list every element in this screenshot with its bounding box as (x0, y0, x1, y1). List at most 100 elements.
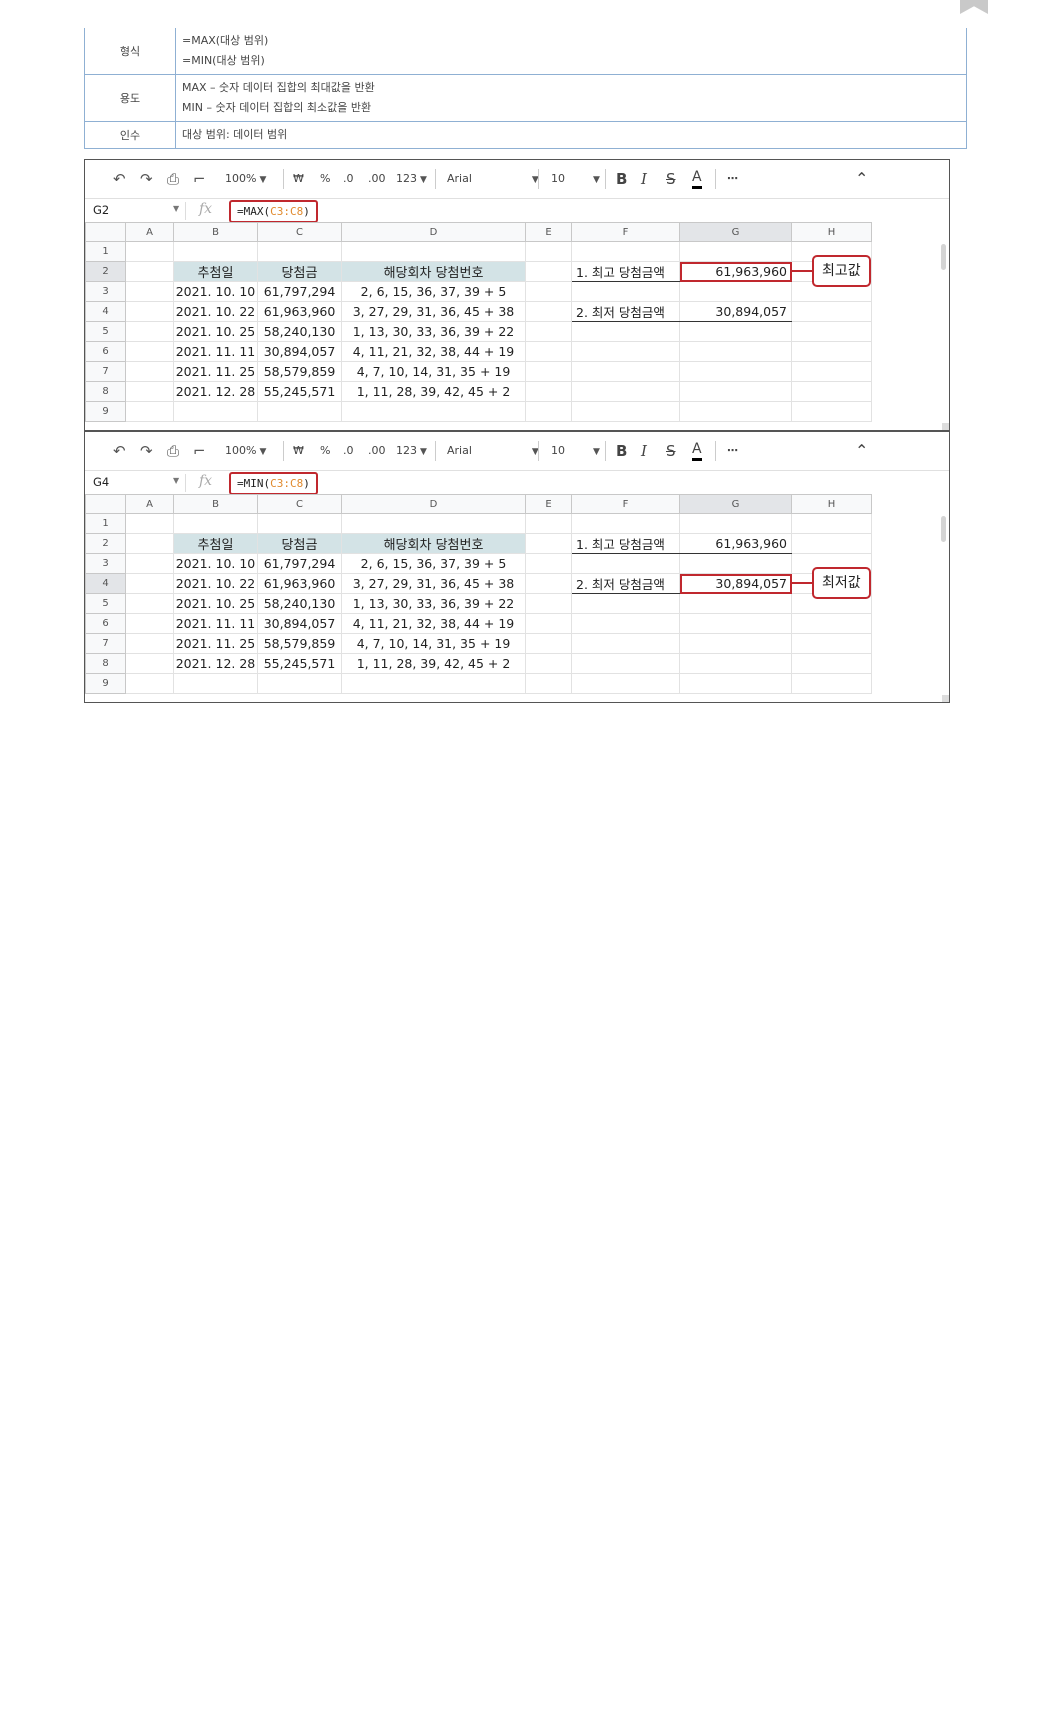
min-value-cell[interactable]: 30,894,057 (679, 301, 792, 322)
cell[interactable] (571, 321, 680, 342)
header-cell-amount[interactable]: 당첨금 (257, 533, 342, 554)
currency-button[interactable]: ₩ (293, 170, 304, 188)
row-header[interactable]: 1 (85, 513, 126, 534)
cell[interactable] (571, 381, 680, 402)
decrease-decimal-button[interactable]: .0 (343, 442, 354, 460)
cell[interactable] (679, 281, 792, 302)
currency-button[interactable]: ₩ (293, 442, 304, 460)
row-header[interactable]: 1 (85, 241, 126, 262)
row-header[interactable]: 4 (85, 301, 126, 322)
cell[interactable] (791, 361, 872, 382)
amount-cell[interactable]: 30,894,057 (257, 341, 342, 362)
cell[interactable] (791, 653, 872, 674)
row-header[interactable]: 3 (85, 281, 126, 302)
amount-cell[interactable]: 58,579,859 (257, 633, 342, 654)
amount-cell[interactable]: 61,797,294 (257, 281, 342, 302)
cell[interactable] (125, 653, 174, 674)
cell[interactable] (791, 533, 872, 554)
date-cell[interactable]: 2021. 10. 25 (173, 593, 258, 614)
cell[interactable] (679, 653, 792, 674)
cell[interactable] (679, 401, 792, 422)
cell[interactable] (791, 381, 872, 402)
min-label-cell[interactable]: 2. 최저 당첨금액 (571, 573, 680, 594)
redo-icon[interactable]: ↷ (140, 442, 153, 460)
numbers-cell[interactable]: 1, 13, 30, 33, 36, 39 + 22 (341, 321, 526, 342)
zoom-select[interactable]: 100% ▼ (225, 442, 266, 460)
min-value-cell[interactable]: 30,894,057 (679, 573, 792, 594)
strikethrough-button[interactable]: S (666, 170, 676, 188)
select-all-corner[interactable] (85, 494, 126, 514)
row-header[interactable]: 8 (85, 653, 126, 674)
strikethrough-button[interactable]: S (666, 442, 676, 460)
select-all-corner[interactable] (85, 222, 126, 242)
cell[interactable] (257, 401, 342, 422)
numbers-cell[interactable]: 4, 11, 21, 32, 38, 44 + 19 (341, 613, 526, 634)
cell[interactable] (525, 593, 572, 614)
column-header[interactable]: A (125, 222, 174, 242)
cell[interactable] (679, 553, 792, 574)
percent-button[interactable]: % (320, 170, 330, 188)
max-value-cell[interactable]: 61,963,960 (679, 261, 792, 282)
cell[interactable] (571, 653, 680, 674)
cell[interactable] (791, 401, 872, 422)
paint-format-icon[interactable]: ⌐ (193, 442, 206, 460)
row-header[interactable]: 6 (85, 341, 126, 362)
increase-decimal-button[interactable]: .00 (368, 170, 386, 188)
column-header[interactable]: C (257, 494, 342, 514)
cell[interactable] (679, 613, 792, 634)
cell[interactable] (679, 633, 792, 654)
decrease-decimal-button[interactable]: .0 (343, 170, 354, 188)
numbers-cell[interactable]: 1, 11, 28, 39, 42, 45 + 2 (341, 653, 526, 674)
date-cell[interactable]: 2021. 11. 25 (173, 361, 258, 382)
cell[interactable] (791, 633, 872, 654)
row-header[interactable]: 3 (85, 553, 126, 574)
cell[interactable] (525, 401, 572, 422)
row-header[interactable]: 2 (85, 533, 126, 554)
header-cell-date[interactable]: 추첨일 (173, 533, 258, 554)
cell[interactable] (525, 321, 572, 342)
cell[interactable] (571, 553, 680, 574)
cell[interactable] (125, 573, 174, 594)
row-header[interactable]: 4 (85, 573, 126, 594)
row-header[interactable]: 9 (85, 401, 126, 422)
amount-cell[interactable]: 61,963,960 (257, 301, 342, 322)
formula-input[interactable]: =MAX(C3:C8) (229, 200, 318, 223)
row-header[interactable]: 5 (85, 321, 126, 342)
date-cell[interactable]: 2021. 12. 28 (173, 653, 258, 674)
name-box[interactable]: G4 (93, 475, 109, 489)
cell[interactable] (571, 593, 680, 614)
cell[interactable] (571, 281, 680, 302)
redo-icon[interactable]: ↷ (140, 170, 153, 188)
column-header[interactable]: G (679, 222, 792, 242)
date-cell[interactable]: 2021. 11. 25 (173, 633, 258, 654)
row-header[interactable]: 8 (85, 381, 126, 402)
max-label-cell[interactable]: 1. 최고 당첨금액 (571, 533, 680, 554)
cell[interactable] (791, 673, 872, 694)
cell[interactable] (525, 513, 572, 534)
column-header[interactable]: E (525, 494, 572, 514)
amount-cell[interactable]: 58,579,859 (257, 361, 342, 382)
column-header[interactable]: B (173, 222, 258, 242)
more-options-icon[interactable]: ⋯ (727, 170, 738, 188)
undo-icon[interactable]: ↶ (113, 170, 126, 188)
cell[interactable] (125, 241, 174, 262)
row-header[interactable]: 2 (85, 261, 126, 282)
text-color-button[interactable]: A (692, 170, 702, 189)
date-cell[interactable]: 2021. 12. 28 (173, 381, 258, 402)
cell[interactable] (125, 673, 174, 694)
cell[interactable] (679, 241, 792, 262)
numbers-cell[interactable]: 4, 7, 10, 14, 31, 35 + 19 (341, 361, 526, 382)
column-header[interactable]: D (341, 494, 526, 514)
cell[interactable] (125, 533, 174, 554)
row-header[interactable]: 9 (85, 673, 126, 694)
undo-icon[interactable]: ↶ (113, 442, 126, 460)
column-header[interactable]: B (173, 494, 258, 514)
bold-button[interactable]: B (616, 442, 627, 460)
vertical-scrollbar[interactable] (941, 244, 946, 270)
amount-cell[interactable]: 58,240,130 (257, 593, 342, 614)
amount-cell[interactable]: 55,245,571 (257, 381, 342, 402)
column-header[interactable]: D (341, 222, 526, 242)
increase-decimal-button[interactable]: .00 (368, 442, 386, 460)
print-icon[interactable]: ⎙ (167, 442, 179, 460)
cell[interactable] (257, 673, 342, 694)
